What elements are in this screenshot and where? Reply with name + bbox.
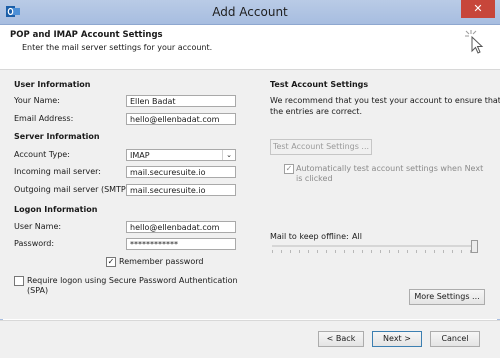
more-settings-button[interactable]: More Settings ... [409, 289, 485, 305]
test-description-line2: the entries are correct. [270, 107, 362, 116]
auto-test-label-line2: is clicked [296, 174, 333, 183]
incoming-server-field[interactable]: mail.securesuite.io [126, 166, 236, 178]
cursor-click-icon [465, 30, 484, 54]
offline-label: Mail to keep offline: [270, 232, 349, 241]
logon-info-heading: Logon Information [14, 205, 98, 214]
account-type-label: Account Type: [14, 150, 70, 159]
remember-password-label: Remember password [119, 257, 204, 266]
header-title: POP and IMAP Account Settings [10, 30, 163, 40]
email-field[interactable]: hello@ellenbadat.com [126, 113, 236, 125]
cancel-button[interactable]: Cancel [430, 331, 480, 347]
account-type-value: IMAP [130, 151, 150, 160]
offline-slider-ticks [272, 250, 478, 253]
title-bar[interactable]: Add Account ✕ [0, 0, 500, 25]
username-field[interactable]: hello@ellenbadat.com [126, 221, 236, 233]
spa-label: Require logon using Secure Password Auth… [27, 276, 238, 285]
username-label: User Name: [14, 222, 62, 231]
header-subtitle: Enter the mail server settings for your … [22, 43, 213, 52]
dialog-footer: < Back Next > Cancel [0, 320, 500, 358]
password-field[interactable]: ************ [126, 238, 236, 250]
window-title: Add Account [212, 5, 288, 19]
offline-slider-thumb[interactable] [471, 240, 478, 253]
outgoing-server-label: Outgoing mail server (SMTP): [14, 185, 132, 194]
next-button[interactable]: Next > [372, 331, 422, 347]
dialog-header: POP and IMAP Account Settings Enter the … [0, 25, 500, 70]
email-label: Email Address: [14, 114, 74, 123]
outgoing-server-field[interactable]: mail.securesuite.io [126, 184, 236, 196]
your-name-field[interactable]: Ellen Badat [126, 95, 236, 107]
test-settings-heading: Test Account Settings [270, 80, 369, 89]
test-description: We recommend that you test your account … [270, 96, 500, 105]
close-icon: ✕ [473, 2, 483, 15]
spa-label-line2: (SPA) [27, 286, 49, 295]
password-label: Password: [14, 239, 55, 248]
back-button[interactable]: < Back [318, 331, 364, 347]
server-info-heading: Server Information [14, 132, 100, 141]
chevron-down-icon[interactable]: ⌄ [222, 150, 235, 160]
offline-value: All [352, 232, 362, 241]
user-info-heading: User Information [14, 80, 91, 89]
remember-password-checkbox[interactable]: ✓ [106, 257, 116, 267]
account-type-select[interactable]: IMAP ⌄ [126, 149, 236, 161]
test-account-settings-button[interactable]: Test Account Settings ... [270, 139, 372, 155]
spa-checkbox[interactable] [14, 276, 24, 286]
your-name-label: Your Name: [14, 96, 60, 105]
auto-test-label: Automatically test account settings when… [296, 164, 484, 173]
settings-panel: User Information Your Name: Ellen Badat … [0, 70, 500, 319]
offline-slider-track[interactable] [272, 245, 478, 247]
auto-test-checkbox[interactable]: ✓ [284, 164, 294, 174]
close-button[interactable]: ✕ [461, 0, 495, 18]
incoming-server-label: Incoming mail server: [14, 167, 101, 176]
